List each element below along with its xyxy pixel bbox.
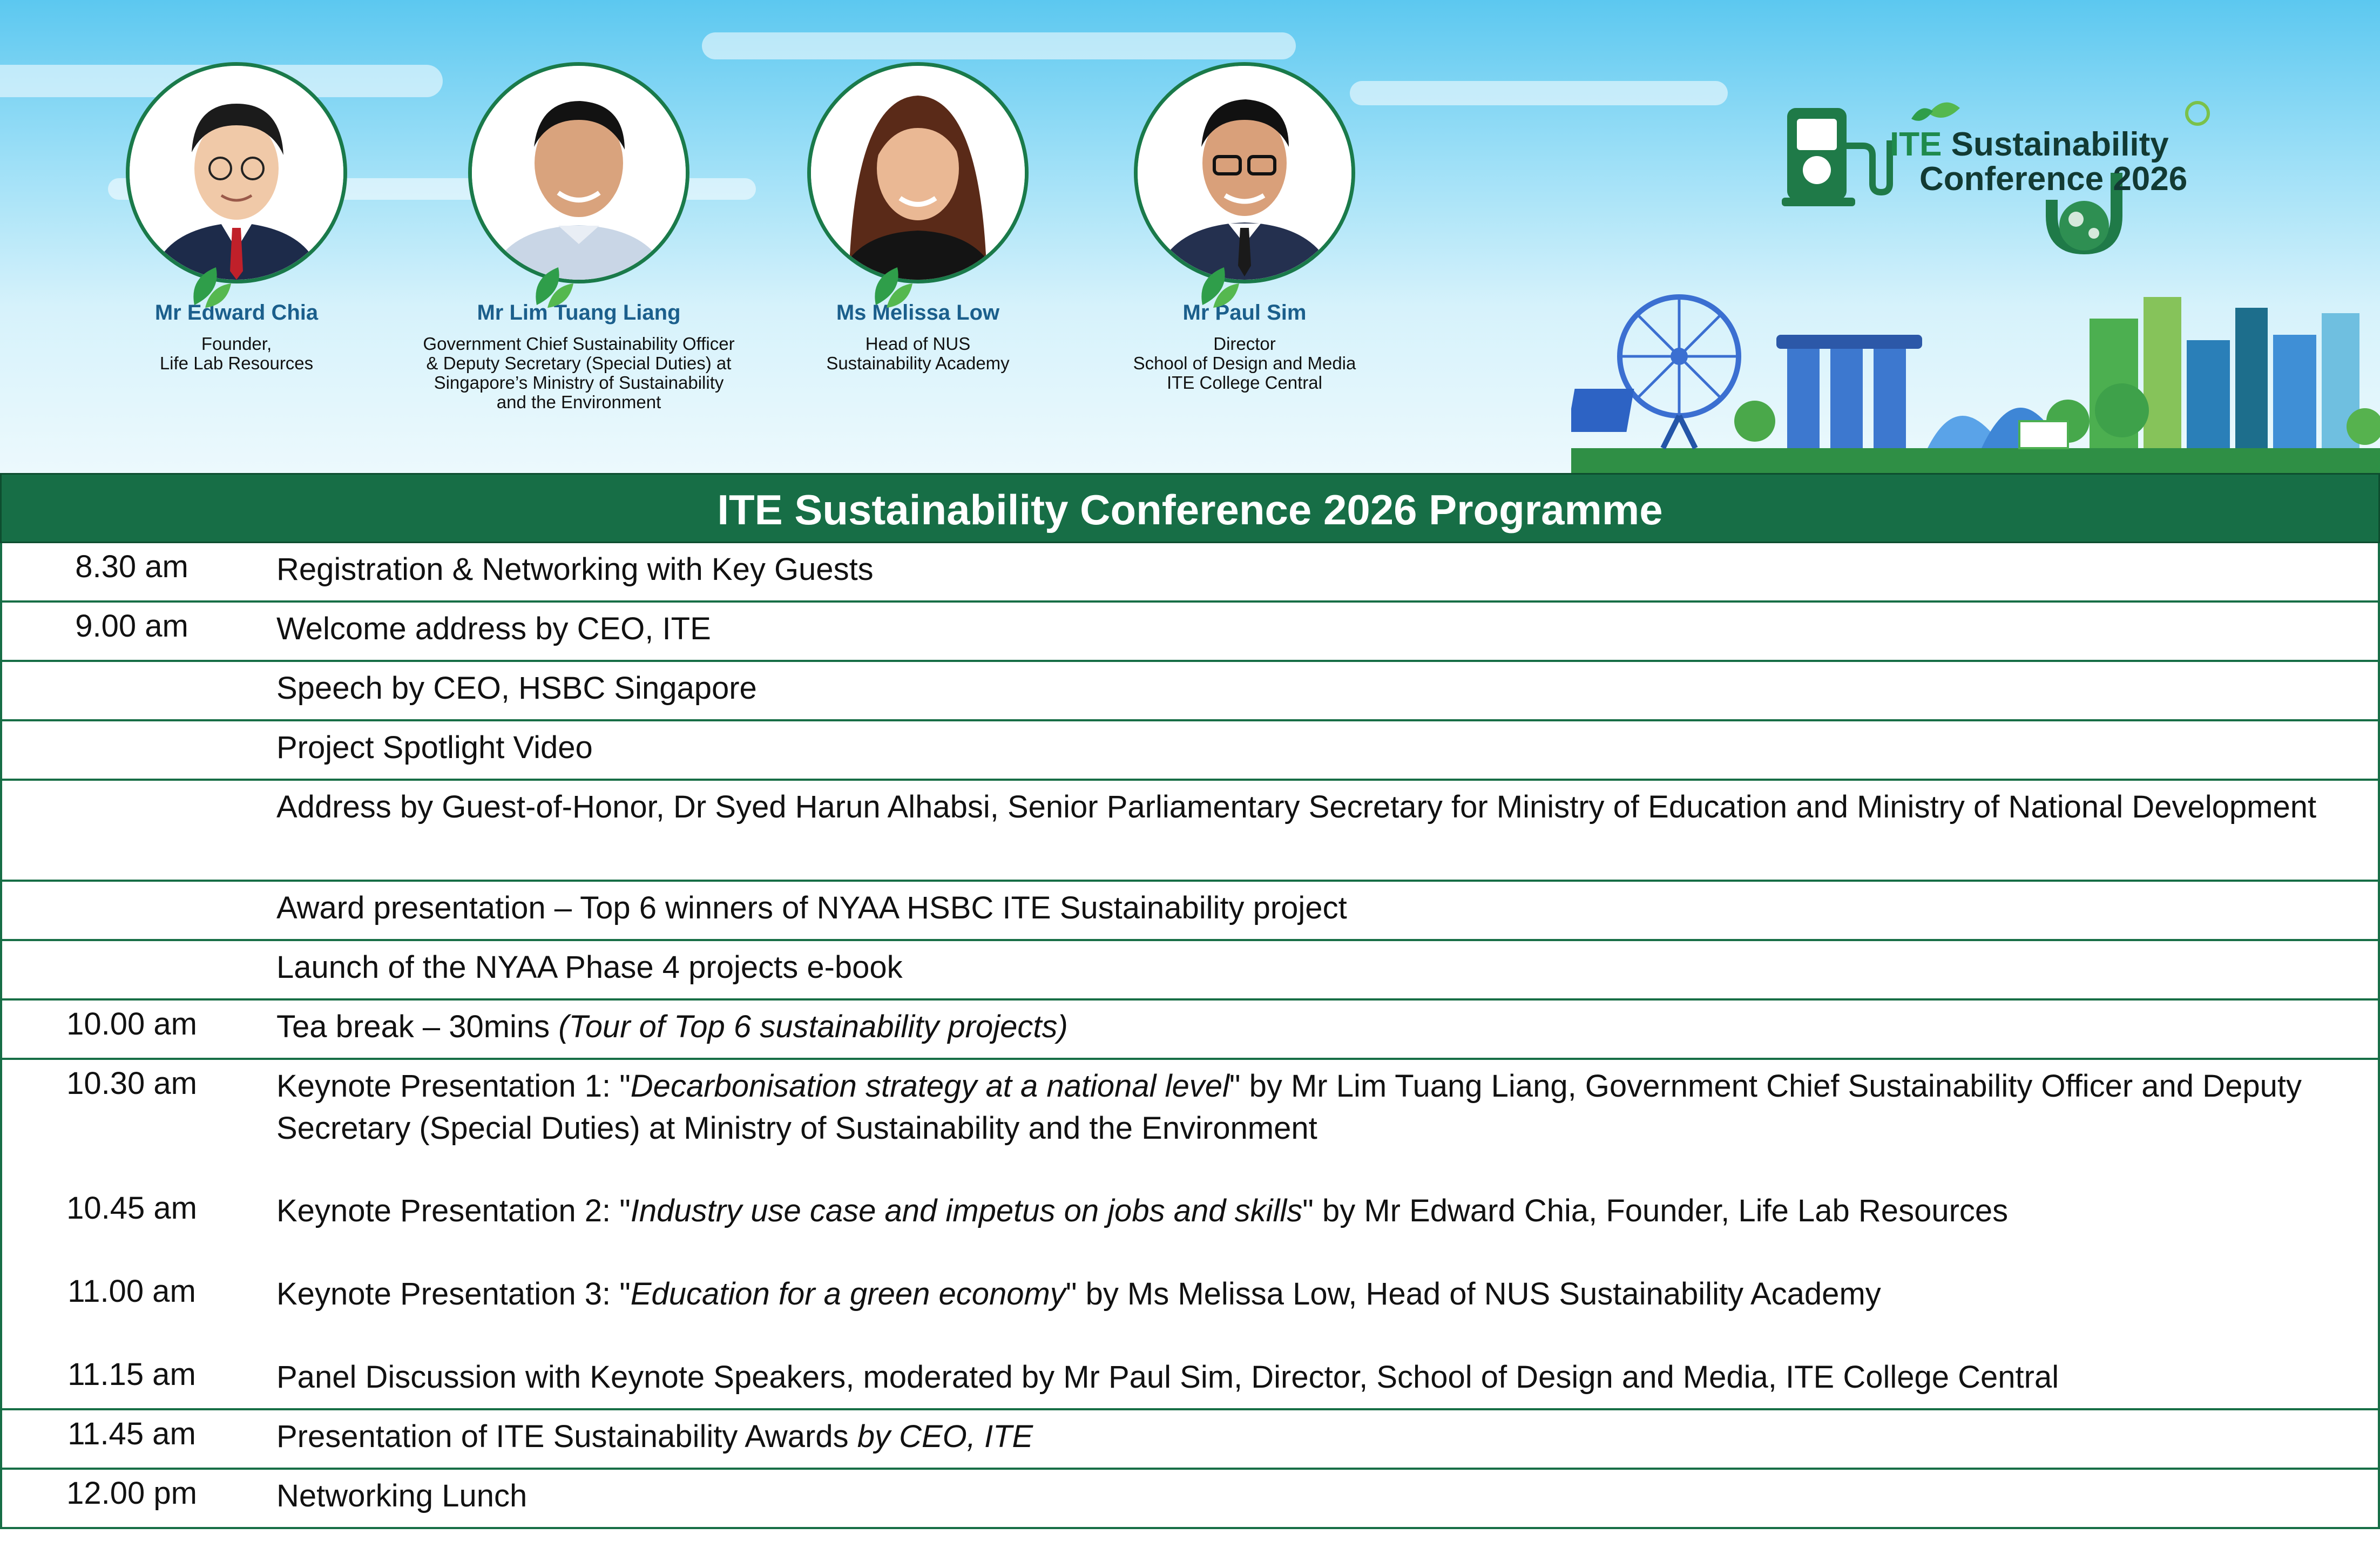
table-row: Launch of the NYAA Phase 4 projects e-bo…	[0, 941, 2380, 1001]
desc-text: Keynote Presentation 2: "	[276, 1193, 631, 1228]
desc-italic: Decarbonisation strategy at a national l…	[630, 1069, 1229, 1104]
conference-logo: ITE Sustainability Conference 2026	[1782, 92, 2214, 265]
row-time: 12.00 pm	[66, 1476, 197, 1511]
desc-text: Presentation of ITE Sustainability Award…	[276, 1419, 857, 1454]
table-row: 9.00 am Welcome address by CEO, ITE	[0, 603, 2380, 662]
leaf-icon	[193, 267, 231, 308]
row-time: 10.30 am	[66, 1066, 197, 1101]
table-row: Address by Guest-of-Honor, Dr Syed Harun…	[0, 781, 2380, 882]
table-row: Speech by CEO, HSBC Singapore	[0, 662, 2380, 721]
desc-text: Tea break – 30mins	[276, 1009, 559, 1044]
table-row: 10.45 am Keynote Presentation 2: "Indust…	[0, 1185, 2380, 1268]
speaker-role: Director School of Design and Media ITE …	[1133, 334, 1356, 393]
row-description: Award presentation – Top 6 winners of NY…	[276, 887, 2335, 929]
desc-text: Panel Discussion with Keynote Speakers, …	[276, 1360, 2059, 1395]
speaker-photo	[126, 62, 347, 283]
logo-title: ITE Sustainability Conference 2026	[1890, 127, 2187, 197]
row-description: Project Spotlight Video	[276, 727, 2335, 769]
desc-text: Keynote Presentation 3: "	[276, 1276, 631, 1312]
table-row: 8.30 am Registration & Networking with K…	[0, 543, 2380, 603]
row-description: Tea break – 30mins (Tour of Top 6 sustai…	[276, 1006, 2335, 1048]
logo-prefix: ITE	[1890, 126, 1942, 163]
hero-banner: Mr Edward Chia Founder, Life Lab Resourc…	[0, 0, 2380, 473]
desc-text: Speech by CEO, HSBC Singapore	[276, 671, 757, 706]
desc-italic: by CEO, ITE	[857, 1419, 1033, 1454]
row-description: Keynote Presentation 3: "Education for a…	[276, 1273, 2335, 1315]
speaker-role: Head of NUS Sustainability Academy	[826, 334, 1010, 373]
row-time: 8.30 am	[75, 549, 188, 584]
programme-table: 8.30 am Registration & Networking with K…	[0, 543, 2380, 1529]
logo-line1: Sustainability	[1942, 126, 2169, 163]
row-description: Speech by CEO, HSBC Singapore	[276, 667, 2335, 709]
logo-line2: Conference 2026	[1919, 160, 2188, 198]
desc-text: Project Spotlight Video	[276, 730, 593, 765]
leaf-icon	[1201, 267, 1239, 308]
desc-text: Welcome address by CEO, ITE	[276, 611, 711, 646]
row-time: 11.45 am	[67, 1416, 196, 1451]
leaf-icon	[875, 267, 912, 308]
speaker-role: Government Chief Sustainability Officer …	[423, 334, 735, 412]
row-time: 11.15 am	[67, 1357, 196, 1392]
row-description: Keynote Presentation 2: "Industry use ca…	[276, 1190, 2335, 1232]
desc-italic: (Tour of Top 6 sustainability projects)	[558, 1009, 1068, 1044]
speaker-card: Mr Edward Chia Founder, Life Lab Resourc…	[48, 62, 425, 373]
speaker-role: Founder, Life Lab Resources	[159, 334, 314, 373]
desc-text: Networking Lunch	[276, 1478, 528, 1513]
speaker-name: Mr Lim Tuang Liang	[477, 301, 681, 325]
speaker-card: Mr Lim Tuang Liang Government Chief Sust…	[390, 62, 768, 412]
table-row: Award presentation – Top 6 winners of NY…	[0, 882, 2380, 941]
row-description: Presentation of ITE Sustainability Award…	[276, 1416, 2335, 1458]
speaker-photo	[1134, 62, 1355, 283]
desc-text: Award presentation – Top 6 winners of NY…	[276, 890, 1347, 925]
table-row: 11.15 am Panel Discussion with Keynote S…	[0, 1351, 2380, 1410]
table-row: 11.45 am Presentation of ITE Sustainabil…	[0, 1410, 2380, 1470]
row-description: Address by Guest-of-Honor, Dr Syed Harun…	[276, 786, 2335, 828]
speaker-photo	[468, 62, 689, 283]
row-time: 9.00 am	[75, 609, 188, 644]
row-time: 10.45 am	[66, 1191, 197, 1226]
row-description: Launch of the NYAA Phase 4 projects e-bo…	[276, 947, 2335, 989]
desc-text: Keynote Presentation 1: "	[276, 1069, 631, 1104]
table-row: Project Spotlight Video	[0, 721, 2380, 781]
row-description: Keynote Presentation 1: "Decarbonisation…	[276, 1065, 2335, 1150]
row-time: 11.00 am	[67, 1274, 196, 1309]
desc-text: Registration & Networking with Key Guest…	[276, 552, 874, 587]
desc-italic: Education for a green economy	[630, 1276, 1066, 1312]
leaf-icon	[536, 267, 573, 308]
desc-text: Launch of the NYAA Phase 4 projects e-bo…	[276, 950, 903, 985]
table-row: 11.00 am Keynote Presentation 3: "Educat…	[0, 1268, 2380, 1351]
table-row: 12.00 pm Networking Lunch	[0, 1470, 2380, 1529]
row-time: 10.00 am	[66, 1006, 197, 1042]
speaker-card: Ms Melissa Low Head of NUS Sustainabilit…	[729, 62, 1107, 373]
row-description: Networking Lunch	[276, 1475, 2335, 1517]
speaker-name: Mr Paul Sim	[1182, 301, 1307, 325]
row-description: Registration & Networking with Key Guest…	[276, 549, 2335, 591]
table-row: 10.00 am Tea break – 30mins (Tour of Top…	[0, 1001, 2380, 1060]
city-skyline-illustration	[1571, 294, 2380, 473]
speaker-card: Mr Paul Sim Director School of Design an…	[1056, 62, 1434, 393]
desc-text: Address by Guest-of-Honor, Dr Syed Harun…	[276, 789, 2317, 824]
desc-text: " by Mr Edward Chia, Founder, Life Lab R…	[1302, 1193, 2009, 1228]
row-description: Panel Discussion with Keynote Speakers, …	[276, 1356, 2335, 1398]
table-row: 10.30 am Keynote Presentation 1: "Decarb…	[0, 1060, 2380, 1185]
speaker-photo	[807, 62, 1029, 283]
programme-title: ITE Sustainability Conference 2026 Progr…	[0, 473, 2380, 543]
speaker-name: Ms Melissa Low	[836, 301, 1000, 325]
row-description: Welcome address by CEO, ITE	[276, 608, 2335, 650]
desc-text: " by Ms Melissa Low, Head of NUS Sustain…	[1065, 1276, 1881, 1312]
speaker-name: Mr Edward Chia	[154, 301, 319, 325]
desc-italic: Industry use case and impetus on jobs an…	[630, 1193, 1303, 1228]
